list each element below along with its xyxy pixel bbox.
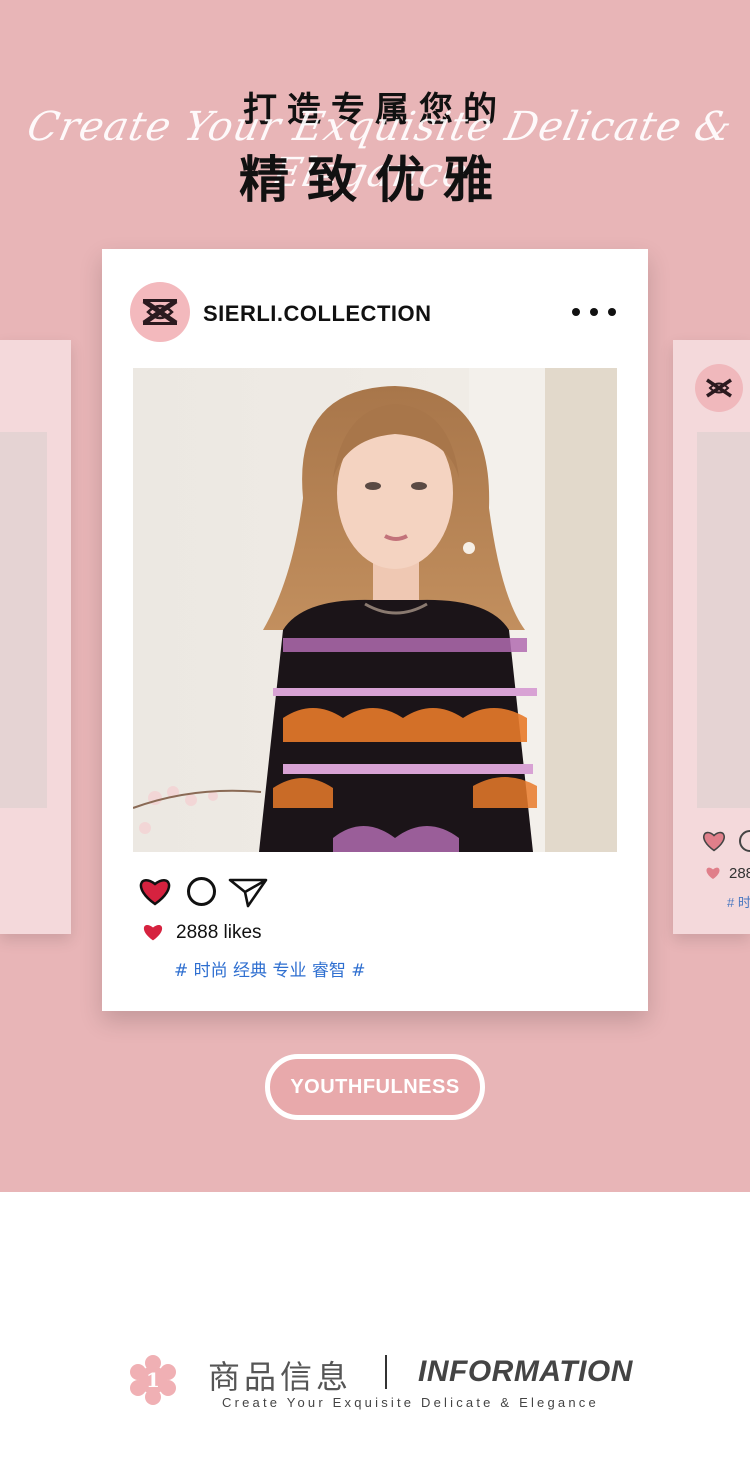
section-title-en: INFORMATION bbox=[418, 1355, 633, 1388]
more-dots-icon[interactable] bbox=[572, 301, 616, 323]
headline-line2: 精致优雅 bbox=[239, 151, 511, 209]
hashtags[interactable]: # 时尚 经典 专业 睿智 # bbox=[174, 956, 366, 981]
section-subtitle: Create Your Exquisite Delicate & Eleganc… bbox=[222, 1395, 599, 1410]
heart-icon[interactable] bbox=[138, 876, 172, 906]
heart-icon bbox=[143, 925, 163, 941]
flower-badge-icon: 1 bbox=[130, 1355, 176, 1405]
youthfulness-label: YOUTHFULNESS bbox=[290, 1075, 460, 1098]
side-likes-count: 288 bbox=[729, 865, 750, 882]
side-hashtags: # 时 bbox=[727, 895, 750, 910]
brand-logo-icon[interactable] bbox=[130, 282, 190, 342]
side-photo-placeholder bbox=[0, 432, 47, 808]
brand-logo-icon bbox=[695, 364, 743, 412]
post-card: SIERLI.COLLECTION 2888 likes # 时尚 经典 专业 … bbox=[102, 249, 648, 1011]
title-divider bbox=[385, 1355, 387, 1389]
side-post-card-right: 288 # 时 bbox=[673, 340, 750, 934]
hero-banner: 打造专属您的 Create Your Exquisite Delicate & … bbox=[0, 0, 750, 1192]
product-photo bbox=[133, 368, 617, 852]
account-name[interactable]: SIERLI.COLLECTION bbox=[203, 301, 432, 327]
comment-circle-icon[interactable] bbox=[187, 877, 216, 906]
youthfulness-button[interactable]: YOUTHFULNESS bbox=[265, 1054, 485, 1120]
send-icon[interactable] bbox=[228, 876, 268, 908]
side-post-card-left bbox=[0, 340, 71, 934]
badge-number: 1 bbox=[146, 1368, 160, 1392]
section-title-cn: 商品信息 bbox=[208, 1358, 353, 1396]
heart-icon bbox=[703, 831, 725, 852]
comment-circle-icon bbox=[739, 830, 750, 852]
side-photo-placeholder bbox=[697, 432, 750, 808]
likes-count: 2888 likes bbox=[176, 922, 262, 943]
heart-icon bbox=[706, 867, 720, 879]
